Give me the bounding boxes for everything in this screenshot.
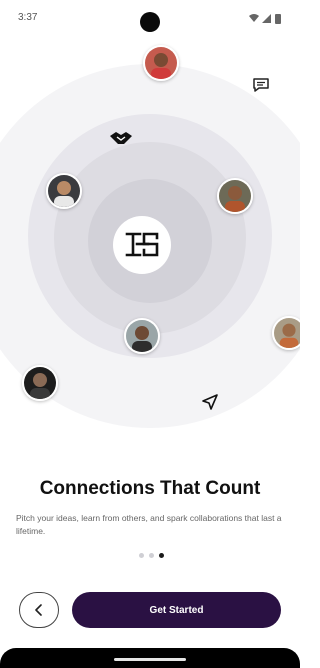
handshake-icon <box>108 128 134 148</box>
avatar-photo <box>145 47 177 79</box>
status-icons <box>249 14 281 24</box>
pagination-dot <box>149 553 154 558</box>
hero-illustration <box>0 34 300 474</box>
chat-icon <box>250 75 272 95</box>
avatar <box>272 316 300 350</box>
home-indicator[interactable] <box>114 658 186 661</box>
brand-logo <box>113 216 171 274</box>
status-time: 3:37 <box>18 12 38 23</box>
send-icon <box>199 391 221 413</box>
page-subtitle: Pitch your ideas, learn from others, and… <box>16 513 282 536</box>
signal-icon <box>262 14 271 23</box>
avatar-photo <box>274 318 300 348</box>
avatar <box>46 173 82 209</box>
avatar <box>143 45 179 81</box>
camera-cutout <box>140 12 160 32</box>
pagination-dot <box>139 553 144 558</box>
avatar-photo <box>126 320 158 352</box>
page-title: Connections That Count <box>39 478 261 499</box>
wifi-icon <box>249 14 259 22</box>
avatar <box>124 318 160 354</box>
avatar-photo <box>24 367 56 399</box>
avatar-photo <box>219 180 251 212</box>
battery-icon <box>275 14 281 24</box>
avatar-photo <box>48 175 80 207</box>
status-bar: 3:37 <box>0 0 300 34</box>
chevron-left-icon <box>35 604 42 616</box>
back-button[interactable] <box>19 592 59 628</box>
pagination-dots <box>139 553 164 558</box>
avatar <box>217 178 253 214</box>
pagination-dot-active <box>159 553 164 558</box>
avatar <box>22 365 58 401</box>
get-started-button[interactable]: Get Started <box>72 592 281 628</box>
brand-logo-icon <box>125 232 159 257</box>
